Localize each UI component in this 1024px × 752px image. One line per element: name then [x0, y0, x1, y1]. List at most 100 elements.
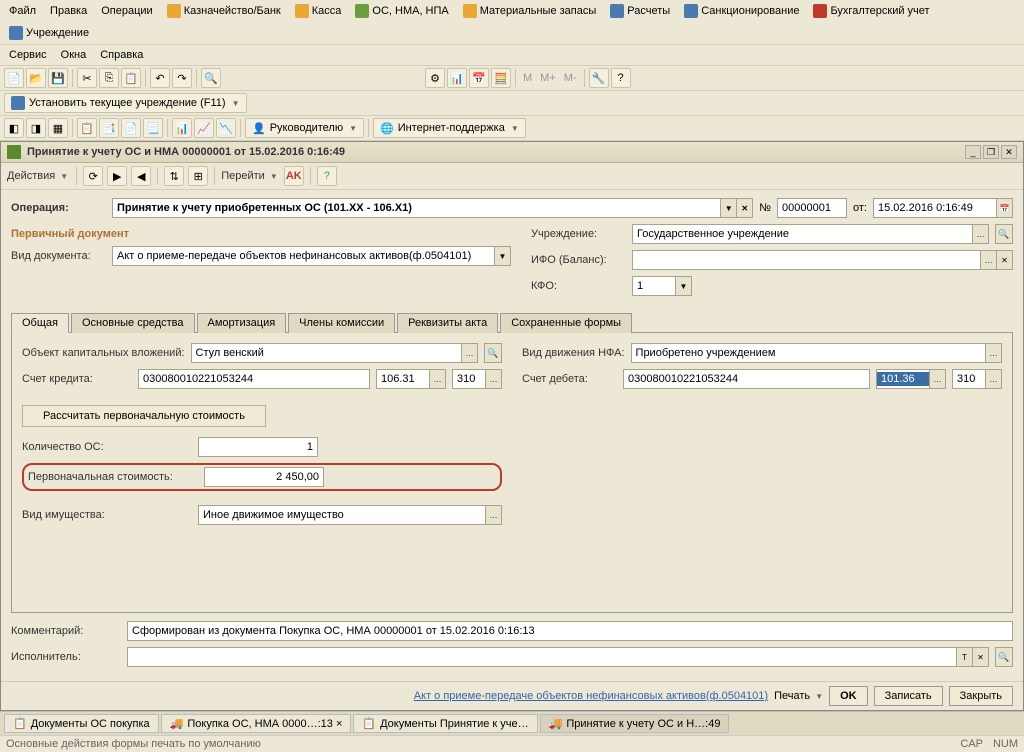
tab-amort[interactable]: Амортизация: [197, 313, 287, 333]
support-menu[interactable]: 🌐 Интернет-поддержка▼: [373, 118, 526, 138]
manager-menu[interactable]: 👤 Руководителю▼: [245, 118, 364, 138]
menu-accounting[interactable]: Бухгалтерский учет: [808, 2, 934, 20]
print-form-link[interactable]: Акт о приеме-передаче объектов нефинансо…: [414, 690, 768, 702]
ellipsis-icon[interactable]: …: [972, 225, 988, 243]
paste-icon[interactable]: 📋: [121, 68, 141, 88]
refresh-icon[interactable]: ⟳: [83, 166, 103, 186]
print-menu[interactable]: Печать ▼: [774, 690, 823, 702]
dropdown-icon[interactable]: ▼: [675, 277, 691, 295]
search-icon[interactable]: 🔍: [484, 343, 502, 363]
nav-icon[interactable]: ◧: [4, 118, 24, 138]
credit-account-input[interactable]: [138, 369, 370, 389]
credit-sub1-select[interactable]: 106.31 …: [376, 369, 446, 389]
menu-windows[interactable]: Окна: [56, 47, 92, 63]
cut-icon[interactable]: ✂: [77, 68, 97, 88]
menu-edit[interactable]: Правка: [45, 2, 92, 20]
comment-input[interactable]: [127, 621, 1013, 641]
open-icon[interactable]: 📂: [26, 68, 46, 88]
menu-cash[interactable]: Касса: [290, 2, 347, 20]
ellipsis-icon[interactable]: …: [985, 370, 1001, 388]
help-icon[interactable]: ?: [611, 68, 631, 88]
clear-icon[interactable]: ✕: [996, 251, 1012, 269]
tab-reqs[interactable]: Реквизиты акта: [397, 313, 498, 333]
tab-os[interactable]: Основные средства: [71, 313, 195, 333]
nav-icon[interactable]: ▦: [48, 118, 68, 138]
maximize-button[interactable]: ❐: [983, 145, 999, 159]
tab-members[interactable]: Члены комиссии: [288, 313, 395, 333]
credit-sub2-select[interactable]: 310 …: [452, 369, 502, 389]
operation-select[interactable]: Принятие к учету приобретенных ОС (101.X…: [112, 198, 753, 218]
type-icon[interactable]: T: [956, 648, 972, 666]
undo-icon[interactable]: ↶: [150, 68, 170, 88]
calculate-cost-button[interactable]: Рассчитать первоначальную стоимость: [22, 405, 266, 427]
dropdown-icon[interactable]: ▼: [720, 199, 736, 217]
movements-icon[interactable]: ⇅: [164, 166, 184, 186]
menu-calc[interactable]: Расчеты: [605, 2, 675, 20]
new-icon[interactable]: 📄: [4, 68, 24, 88]
clear-icon[interactable]: ✕: [736, 199, 752, 217]
number-input[interactable]: [777, 198, 847, 218]
report-icon[interactable]: 📉: [216, 118, 236, 138]
find-icon[interactable]: 🔍: [201, 68, 221, 88]
ellipsis-icon[interactable]: …: [980, 251, 996, 269]
debit-account-input[interactable]: [623, 369, 870, 389]
doctype-select[interactable]: Акт о приеме-передаче объектов нефинансо…: [112, 246, 511, 266]
tab-general[interactable]: Общая: [11, 313, 69, 333]
list-icon[interactable]: 📄: [121, 118, 141, 138]
close-button[interactable]: ✕: [1001, 145, 1017, 159]
dropdown-icon[interactable]: ▼: [494, 247, 510, 265]
calendar-icon[interactable]: 📅: [996, 199, 1012, 217]
nav-icon[interactable]: ◨: [26, 118, 46, 138]
menu-treasury[interactable]: Казначейство/Банк: [162, 2, 286, 20]
menu-sanction[interactable]: Санкционирование: [679, 2, 804, 20]
report-icon[interactable]: 📈: [194, 118, 214, 138]
ifo-select[interactable]: … ✕: [632, 250, 1013, 270]
movement-select[interactable]: Приобретено учреждением …: [631, 343, 1002, 363]
menu-file[interactable]: Файл: [4, 2, 41, 20]
menu-os[interactable]: ОС, НМА, НПА: [350, 2, 453, 20]
ellipsis-icon[interactable]: …: [929, 370, 945, 388]
post-icon[interactable]: ▶: [107, 166, 127, 186]
actions-menu[interactable]: Действия ▼: [7, 170, 68, 182]
quantity-input[interactable]: [198, 437, 318, 457]
report-icon[interactable]: 📊: [172, 118, 192, 138]
copy-icon[interactable]: ⎘: [99, 68, 119, 88]
task-item[interactable]: 🚚Покупка ОС, НМА 0000…:13 ×: [161, 714, 352, 733]
ellipsis-icon[interactable]: …: [429, 370, 445, 388]
object-select[interactable]: Стул венский …: [191, 343, 478, 363]
save-button[interactable]: Записать: [874, 686, 943, 706]
clear-icon[interactable]: ✕: [972, 648, 988, 666]
list-icon[interactable]: 📑: [99, 118, 119, 138]
tool-icon[interactable]: ⚙: [425, 68, 445, 88]
list-icon[interactable]: 📃: [143, 118, 163, 138]
initial-cost-input[interactable]: [204, 467, 324, 487]
ok-button[interactable]: OK: [829, 686, 868, 706]
unpost-icon[interactable]: ◀: [131, 166, 151, 186]
kfo-select[interactable]: 1 ▼: [632, 276, 692, 296]
menu-materials[interactable]: Материальные запасы: [458, 2, 602, 20]
ak-icon[interactable]: AK: [284, 166, 304, 186]
goto-menu[interactable]: Перейти ▼: [221, 170, 278, 182]
debit-sub2-select[interactable]: 310 …: [952, 369, 1002, 389]
help-icon[interactable]: ?: [317, 166, 337, 186]
tool-icon[interactable]: 📅: [469, 68, 489, 88]
task-item-active[interactable]: 🚚Принятие к учету ОС и Н…:49: [540, 714, 730, 733]
menu-service[interactable]: Сервис: [4, 47, 52, 63]
search-icon[interactable]: 🔍: [995, 647, 1013, 667]
date-input[interactable]: 15.02.2016 0:16:49 📅: [873, 198, 1013, 218]
menu-help[interactable]: Справка: [95, 47, 148, 63]
tab-saved[interactable]: Сохраненные формы: [500, 313, 632, 333]
structure-icon[interactable]: ⊞: [188, 166, 208, 186]
tool-icon[interactable]: 📊: [447, 68, 467, 88]
list-icon[interactable]: 📋: [77, 118, 97, 138]
save-icon[interactable]: 💾: [48, 68, 68, 88]
ellipsis-icon[interactable]: …: [461, 344, 477, 362]
minimize-button[interactable]: _: [965, 145, 981, 159]
debit-sub1-select[interactable]: 101.36 …: [876, 369, 946, 389]
menu-operations[interactable]: Операции: [96, 2, 157, 20]
ellipsis-icon[interactable]: …: [485, 506, 501, 524]
redo-icon[interactable]: ↷: [172, 68, 192, 88]
menu-institution[interactable]: Учреждение: [4, 24, 94, 42]
close-button[interactable]: Закрыть: [949, 686, 1013, 706]
executor-select[interactable]: T ✕: [127, 647, 989, 667]
